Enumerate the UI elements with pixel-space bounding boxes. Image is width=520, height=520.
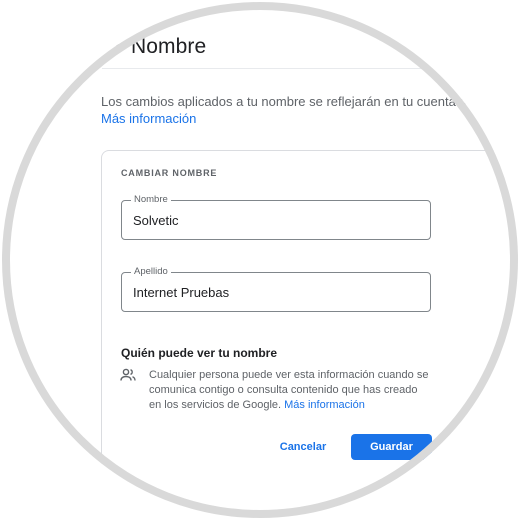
visibility-title: Quién puede ver tu nombre [121,346,278,360]
last-name-input[interactable] [133,285,413,300]
save-button[interactable]: Guardar [351,434,432,460]
page-title: Nombre [131,35,207,58]
cancel-button[interactable]: Cancelar [272,434,334,460]
visibility-text: Cualquier persona puede ver esta informa… [149,368,429,413]
first-name-input[interactable] [133,213,413,228]
page-description: Los cambios aplicados a tu nombre se ref… [101,94,467,109]
last-name-field[interactable]: Apellido [121,266,431,312]
people-icon [120,368,136,381]
first-name-field[interactable]: Nombre [121,194,431,240]
first-name-label: Nombre [131,194,171,206]
section-label: CAMBIAR NOMBRE [121,168,218,178]
title-divider [102,68,472,69]
more-info-link[interactable]: Más información [101,111,196,126]
back-arrow-icon[interactable] [112,44,120,46]
visibility-more-info-link[interactable]: Más información [284,399,365,411]
last-name-label: Apellido [131,266,171,278]
name-settings-page: Nombre Los cambios aplicados a tu nombre… [0,0,520,520]
